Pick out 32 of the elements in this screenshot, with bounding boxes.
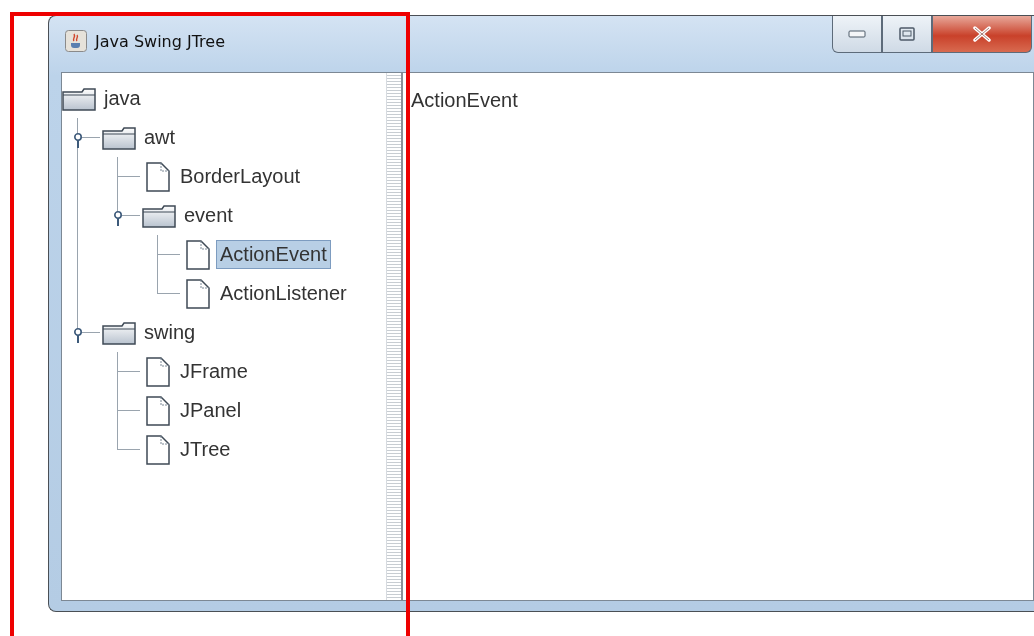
tree-node[interactable]: awt	[140, 123, 180, 152]
maximize-button[interactable]	[882, 16, 932, 53]
expand-handle-icon[interactable]	[73, 327, 83, 343]
folder-icon	[102, 320, 136, 345]
coffee-cup-icon	[65, 30, 87, 52]
close-icon	[972, 26, 992, 42]
document-icon	[186, 278, 210, 309]
window-title: Java Swing JTree	[95, 32, 225, 51]
maximize-icon	[899, 27, 915, 41]
tree-node[interactable]: java	[100, 84, 145, 113]
document-icon	[146, 434, 170, 465]
document-icon	[186, 239, 210, 270]
tree-node[interactable]: swing	[140, 318, 200, 347]
folder-icon	[142, 203, 176, 228]
tree-node[interactable]: event	[180, 201, 237, 230]
minimize-icon	[848, 30, 866, 38]
tree-node[interactable]: ActionEvent	[216, 240, 331, 269]
document-icon	[146, 356, 170, 387]
document-icon	[146, 395, 170, 426]
document-icon	[146, 161, 170, 192]
tree-node[interactable]: JFrame	[176, 357, 252, 386]
detail-label: ActionEvent	[411, 89, 518, 111]
folder-icon	[102, 125, 136, 150]
tree-node[interactable]: BorderLayout	[176, 162, 305, 191]
tree-node[interactable]: JPanel	[176, 396, 246, 425]
tree-node[interactable]: ActionListener	[216, 279, 351, 308]
close-button[interactable]	[932, 16, 1032, 53]
expand-handle-icon[interactable]	[73, 132, 83, 148]
folder-icon	[62, 86, 96, 111]
expand-handle-icon[interactable]	[113, 210, 123, 226]
minimize-button[interactable]	[832, 16, 882, 53]
tree-node[interactable]: JTree	[176, 435, 235, 464]
